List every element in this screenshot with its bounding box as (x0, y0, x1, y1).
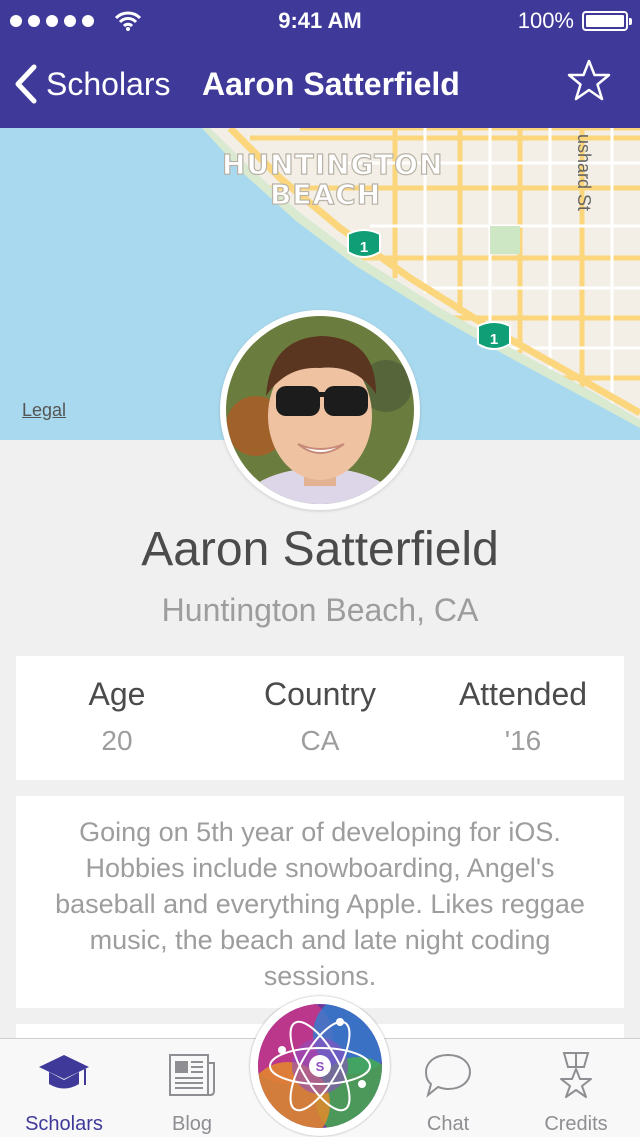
medal-icon (560, 1052, 592, 1098)
battery-icon (582, 11, 632, 31)
stats-card: Age 20 Country CA Attended '16 (16, 656, 624, 780)
tab-label: Blog (171, 1113, 213, 1135)
route-shield-2-label: 1 (490, 331, 498, 348)
tab-label: Chat (426, 1113, 470, 1135)
wwdc-atom-icon: S (258, 1004, 382, 1128)
svg-text:S: S (316, 1059, 325, 1074)
tab-credits[interactable]: Credits (512, 1039, 640, 1137)
tab-label: Credits (544, 1113, 608, 1135)
stat-value: '16 (504, 725, 542, 756)
tab-chat[interactable]: Chat (384, 1039, 512, 1137)
status-bar: 9:41 AM 100% (0, 0, 640, 40)
profile-photo (226, 316, 414, 504)
chevron-left-icon (15, 64, 37, 104)
avatar (220, 310, 420, 510)
route-shield-1-label: 1 (360, 239, 368, 256)
profile-name: Aaron Satterfield (141, 523, 499, 576)
newspaper-icon (169, 1054, 215, 1096)
stat-attended: Attended '16 (422, 656, 624, 757)
back-button-label: Scholars (46, 65, 171, 102)
tab-scholars[interactable]: Scholars (0, 1039, 128, 1137)
navigation-bar: Scholars Aaron Satterfield (0, 40, 640, 128)
speech-bubble-icon (424, 1053, 472, 1098)
map-street-label: ushard St (574, 134, 594, 211)
tab-label: Scholars (25, 1113, 103, 1135)
stat-label: Attended (458, 676, 588, 712)
stat-value: 20 (101, 725, 133, 756)
graduation-cap-icon (39, 1055, 89, 1089)
tab-blog[interactable]: Blog (128, 1039, 256, 1137)
bio-card: Going on 5th year of developing for iOS.… (16, 796, 624, 1008)
stat-label: Age (88, 676, 146, 712)
stat-age: Age 20 (16, 656, 218, 757)
profile-location: Huntington Beach, CA (161, 592, 479, 628)
bio-text: Going on 5th year of developing for iOS.… (55, 817, 585, 991)
battery-percent: 100% (517, 8, 574, 33)
map-place-label-line1: HUNTINGTON (222, 148, 443, 181)
page-title: Aaron Satterfield (202, 66, 460, 102)
stat-value: CA (300, 725, 340, 756)
stat-country: Country CA (219, 656, 421, 757)
map-place-label-line2: BEACH (270, 178, 381, 211)
back-button[interactable]: Scholars (14, 64, 171, 104)
star-outline-icon[interactable] (566, 58, 612, 104)
map-legal-link[interactable]: Legal (22, 400, 66, 421)
stat-label: Country (263, 676, 377, 712)
tab-center-button[interactable]: S (250, 996, 390, 1136)
